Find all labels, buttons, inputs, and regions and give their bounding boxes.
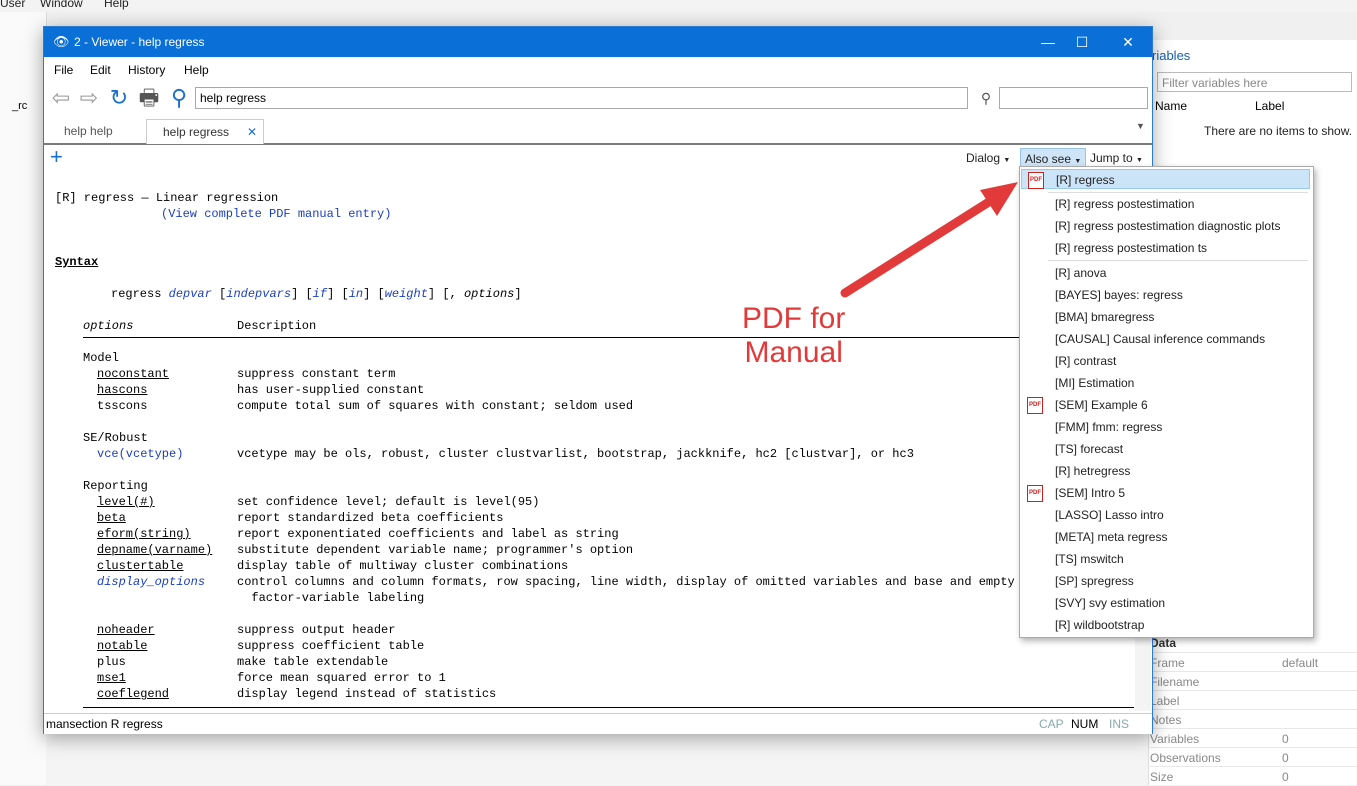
annotation-arrow — [840, 182, 1018, 298]
annotation-text: PDF for Manual — [742, 302, 846, 369]
